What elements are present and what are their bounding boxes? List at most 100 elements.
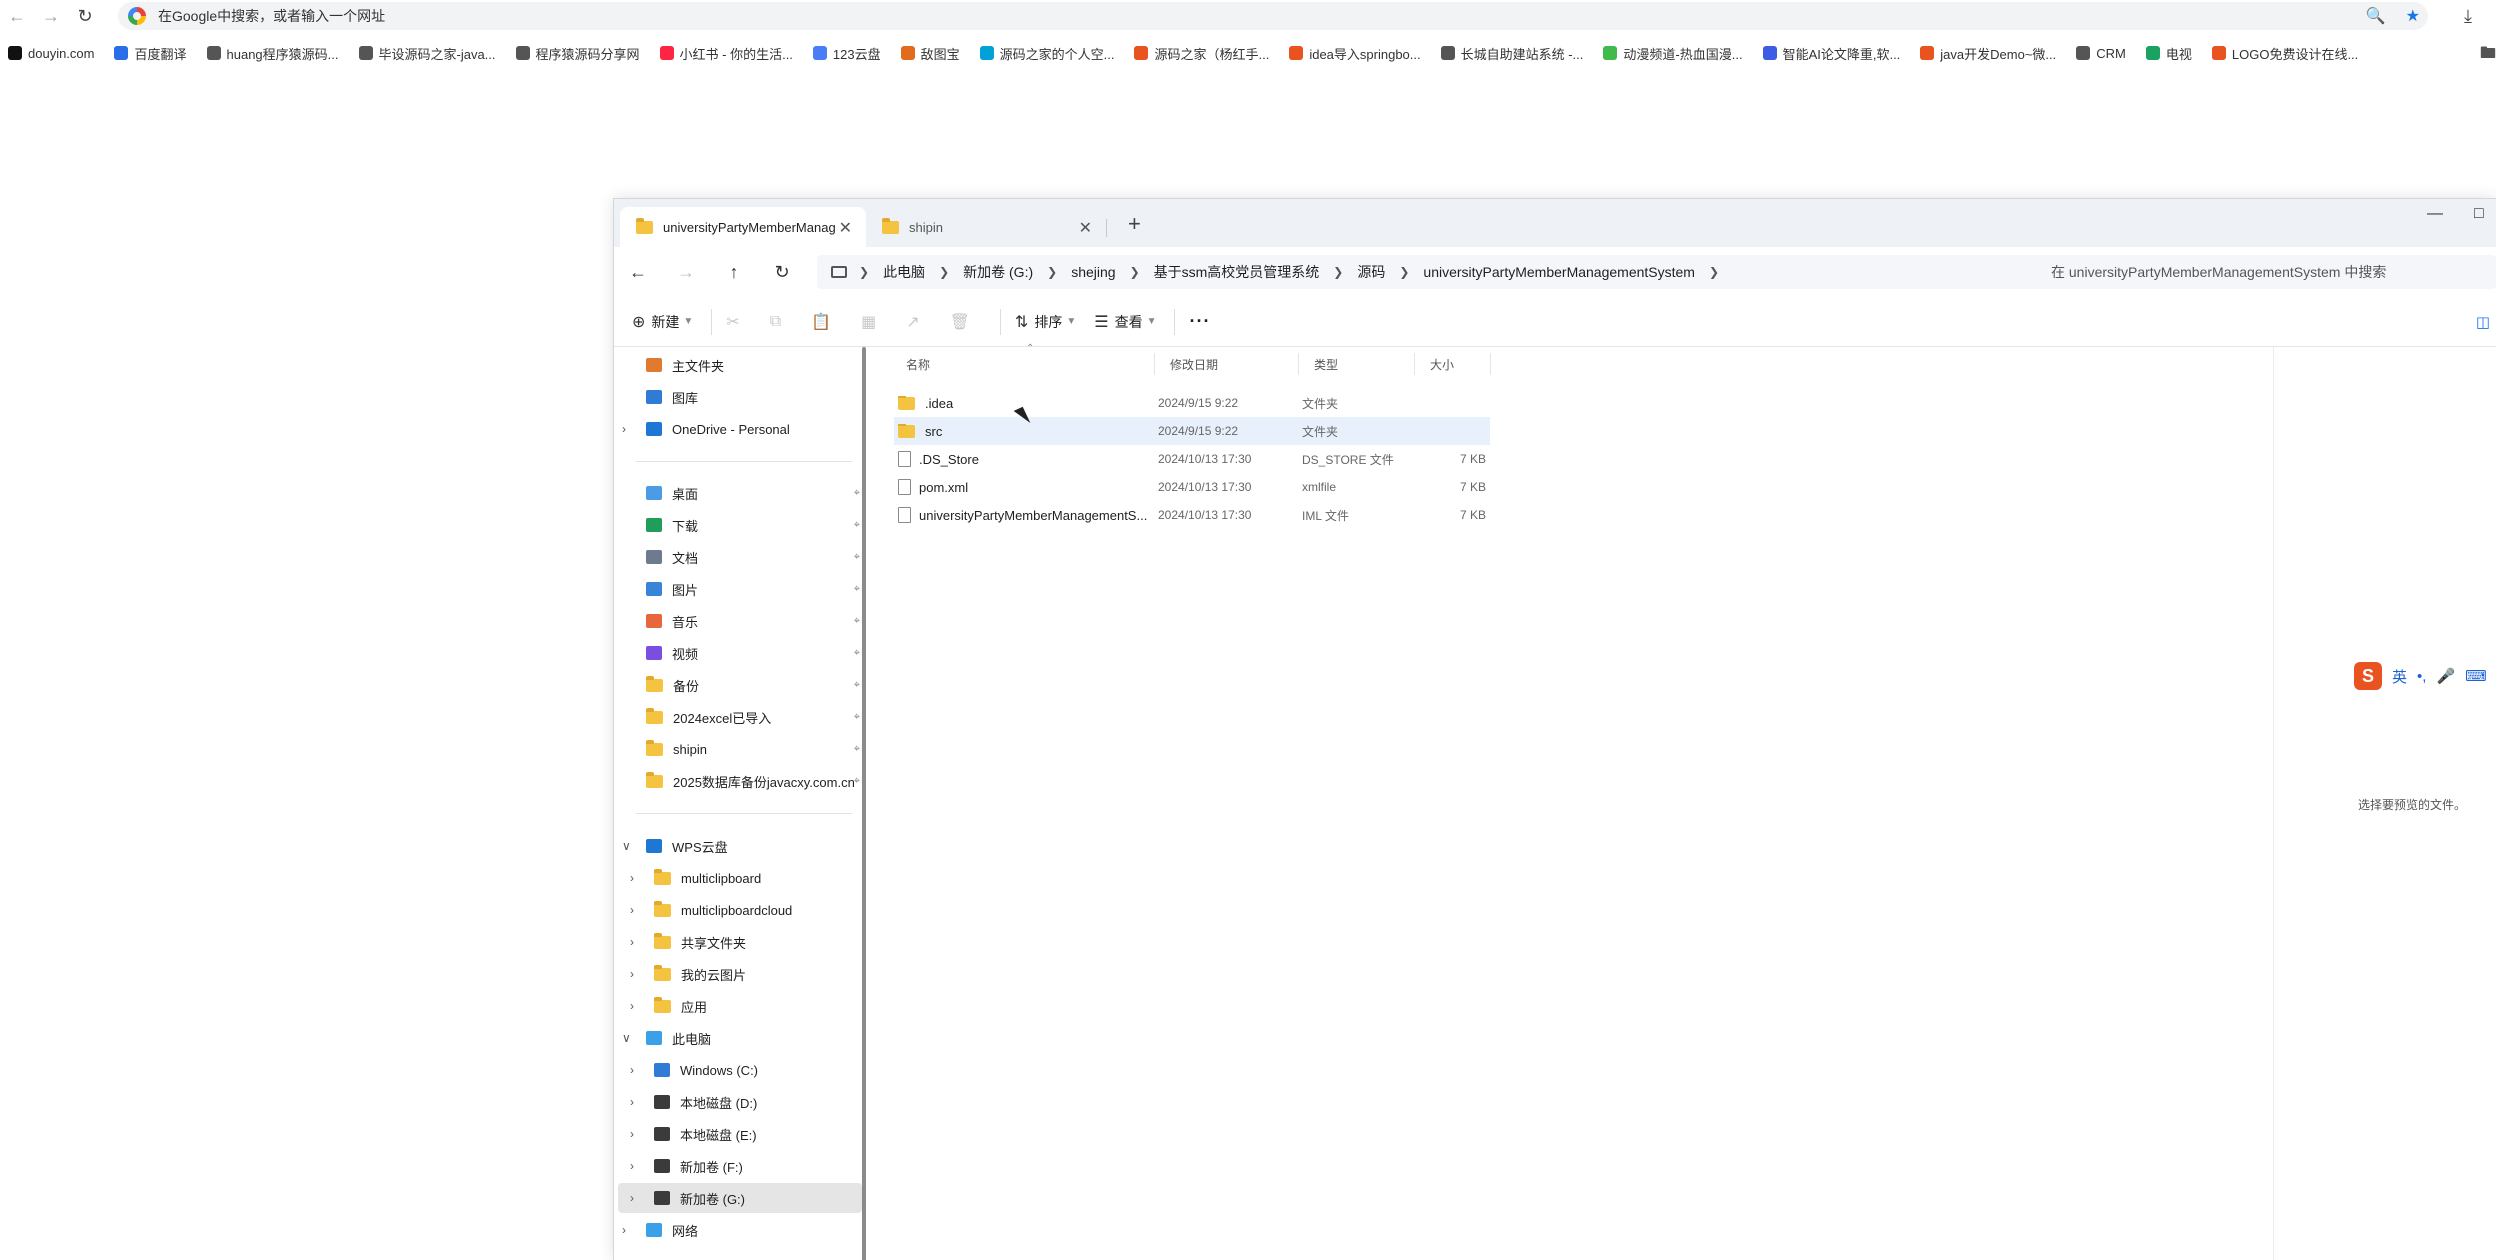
chevron-right-icon[interactable]: ›: [630, 903, 634, 917]
chevron-down-icon[interactable]: ∨: [622, 839, 631, 853]
nav-item-pinned[interactable]: 桌面 ⌖: [614, 478, 866, 508]
nav-item-pinned[interactable]: 备份 ⌖: [614, 670, 866, 700]
nav-item-wps[interactable]: ∨ WPS云盘: [614, 831, 866, 861]
omnibox[interactable]: 在Google中搜索，或者输入一个网址 🔍 ★: [118, 2, 2428, 30]
bookmark-item[interactable]: 长城自助建站系统 -...: [1440, 44, 1583, 63]
nav-item-this-pc[interactable]: ∨ 此电脑: [614, 1023, 866, 1053]
chevron-right-icon[interactable]: ❯: [859, 265, 869, 279]
bookmark-item[interactable]: 123云盘: [812, 44, 881, 63]
chevron-right-icon[interactable]: ❯: [1399, 265, 1409, 279]
breadcrumb[interactable]: ❯ 此电脑 ❯ 新加卷 (G:) ❯ shejing ❯ 基于ssm高校党员管理系统 ❯ 源码 ❯ u…: [817, 255, 2042, 289]
column-divider[interactable]: [1414, 353, 1415, 375]
chevron-right-icon[interactable]: ›: [630, 935, 634, 949]
column-header-size[interactable]: 大小: [1430, 349, 1454, 379]
bookmark-item[interactable]: douyin.com: [8, 46, 94, 61]
keyboard-icon[interactable]: ⌨: [2465, 667, 2487, 685]
breadcrumb-item[interactable]: universityPartyMemberManagementSystem: [1423, 264, 1695, 280]
column-divider[interactable]: [1154, 353, 1155, 375]
column-divider[interactable]: [1490, 353, 1491, 375]
bookmark-item[interactable]: idea导入springbo...: [1289, 44, 1421, 63]
nav-item-pinned[interactable]: 音乐 ⌖: [614, 606, 866, 636]
breadcrumb-item[interactable]: 源码: [1357, 262, 1385, 282]
details-pane-icon[interactable]: ◫: [2476, 313, 2490, 331]
chevron-right-icon[interactable]: ›: [622, 1223, 626, 1237]
pin-icon[interactable]: ⌖: [854, 551, 860, 564]
bookmarks-folder-icon[interactable]: 🖿: [2480, 42, 2496, 69]
file-row[interactable]: universityPartyMemberManagementS... 2024/…: [894, 501, 1490, 529]
new-button[interactable]: ⊕ 新建 ▼: [632, 312, 693, 332]
pin-icon[interactable]: ⌖: [854, 711, 860, 724]
nav-item-quick[interactable]: › OneDrive - Personal: [614, 414, 866, 444]
bookmark-item[interactable]: 程序猿源码分享网: [515, 44, 640, 63]
sort-button[interactable]: ⇅ 排序 ▼: [1015, 312, 1076, 332]
file-row[interactable]: pom.xml 2024/10/13 17:30 xmlfile 7 KB: [894, 473, 1490, 501]
ime-mode-label[interactable]: 英: [2392, 666, 2407, 687]
close-tab-icon[interactable]: ✕: [839, 218, 852, 238]
zoom-icon[interactable]: 🔍: [2366, 6, 2386, 26]
nav-item-drive[interactable]: › Windows (C:): [614, 1055, 866, 1085]
new-tab-button[interactable]: +: [1114, 211, 1155, 237]
paste-icon[interactable]: 📋: [811, 312, 831, 332]
chevron-right-icon[interactable]: ❯: [1130, 265, 1140, 279]
search-input[interactable]: 在 universityPartyMemberManagementSystem …: [2037, 255, 2496, 289]
chevron-down-icon[interactable]: ∨: [622, 1031, 631, 1045]
nav-item-drive[interactable]: › 新加卷 (F:): [614, 1151, 866, 1181]
pin-icon[interactable]: ⌖: [854, 743, 860, 756]
view-button[interactable]: ☰ 查看 ▼: [1094, 312, 1156, 332]
pin-icon[interactable]: ⌖: [854, 615, 860, 628]
ime-toolbar[interactable]: S 英 •, 🎤 ⌨: [2354, 661, 2487, 691]
more-options-button[interactable]: ···: [1189, 311, 1210, 332]
breadcrumb-item[interactable]: 基于ssm高校党员管理系统: [1154, 262, 1320, 282]
nav-item-wps-folder[interactable]: › 共享文件夹: [614, 927, 866, 957]
column-header-name[interactable]: 名称: [906, 349, 930, 379]
back-arrow-icon[interactable]: ←: [614, 262, 662, 283]
sogou-ime-icon[interactable]: S: [2354, 662, 2382, 690]
breadcrumb-item[interactable]: 新加卷 (G:): [963, 262, 1033, 282]
file-row[interactable]: .DS_Store 2024/10/13 17:30 DS_STORE 文件 7 KB: [894, 445, 1490, 473]
maximize-icon[interactable]: □: [2474, 205, 2484, 223]
chevron-right-icon[interactable]: ›: [630, 871, 634, 885]
column-divider[interactable]: [1298, 353, 1299, 375]
chevron-right-icon[interactable]: ›: [630, 1095, 634, 1109]
chevron-right-icon[interactable]: ›: [630, 1127, 634, 1141]
bookmark-item[interactable]: 毕设源码之家-java...: [358, 44, 496, 63]
nav-item-pinned[interactable]: 文档 ⌖: [614, 542, 866, 572]
chevron-right-icon[interactable]: ❯: [1709, 265, 1719, 279]
delete-icon[interactable]: 🗑: [950, 312, 970, 332]
chevron-right-icon[interactable]: ›: [630, 1159, 634, 1173]
pin-icon[interactable]: ⌖: [854, 583, 860, 596]
nav-item-network[interactable]: › 网络: [614, 1215, 866, 1245]
nav-item-pinned[interactable]: 图片 ⌖: [614, 574, 866, 604]
preview-pane-divider[interactable]: [2273, 347, 2274, 1260]
nav-item-drive[interactable]: › 本地磁盘 (D:): [614, 1087, 866, 1117]
cut-icon[interactable]: ✂: [726, 312, 739, 332]
chevron-right-icon[interactable]: ›: [630, 1063, 634, 1077]
reload-icon[interactable]: ↻: [68, 0, 102, 32]
file-row[interactable]: src 2024/9/15 9:22 文件夹: [894, 417, 1490, 445]
back-arrow-icon[interactable]: ←: [0, 0, 34, 32]
rename-icon[interactable]: ▦: [861, 312, 876, 332]
up-arrow-icon[interactable]: ↑: [710, 262, 758, 283]
bookmark-item[interactable]: huang程序猿源码...: [206, 44, 339, 63]
omnibox-placeholder[interactable]: 在Google中搜索，或者输入一个网址: [158, 6, 385, 26]
bookmark-item[interactable]: java开发Demo~微...: [1920, 44, 2056, 63]
chevron-right-icon[interactable]: ›: [630, 999, 634, 1013]
chevron-right-icon[interactable]: ❯: [1047, 265, 1057, 279]
close-tab-icon[interactable]: ✕: [1079, 218, 1092, 238]
bookmark-item[interactable]: 源码之家（杨红手...: [1134, 44, 1269, 63]
nav-item-pinned[interactable]: 视频 ⌖: [614, 638, 866, 668]
nav-item-pinned[interactable]: shipin ⌖: [614, 734, 866, 764]
nav-item-drive[interactable]: › 本地磁盘 (E:): [614, 1119, 866, 1149]
nav-item-pinned[interactable]: 2025数据库备份javacxy.com.cn ⌖: [614, 766, 866, 796]
chevron-right-icon[interactable]: ❯: [1333, 265, 1343, 279]
chevron-right-icon[interactable]: ›: [630, 1191, 634, 1205]
nav-item-pinned[interactable]: 下载 ⌖: [614, 510, 866, 540]
forward-arrow-icon[interactable]: →: [662, 262, 710, 283]
tab-active[interactable]: universityPartyMemberManag ✕: [620, 207, 866, 247]
microphone-icon[interactable]: 🎤: [2436, 667, 2455, 685]
nav-item-pinned[interactable]: 2024excel已导入 ⌖: [614, 702, 866, 732]
bookmark-item[interactable]: 智能AI论文降重,软...: [1762, 44, 1900, 63]
refresh-icon[interactable]: ↻: [758, 262, 806, 283]
bookmark-item[interactable]: 动漫频道-热血国漫...: [1603, 44, 1743, 63]
file-row[interactable]: .idea 2024/9/15 9:22 文件夹: [894, 389, 1490, 417]
